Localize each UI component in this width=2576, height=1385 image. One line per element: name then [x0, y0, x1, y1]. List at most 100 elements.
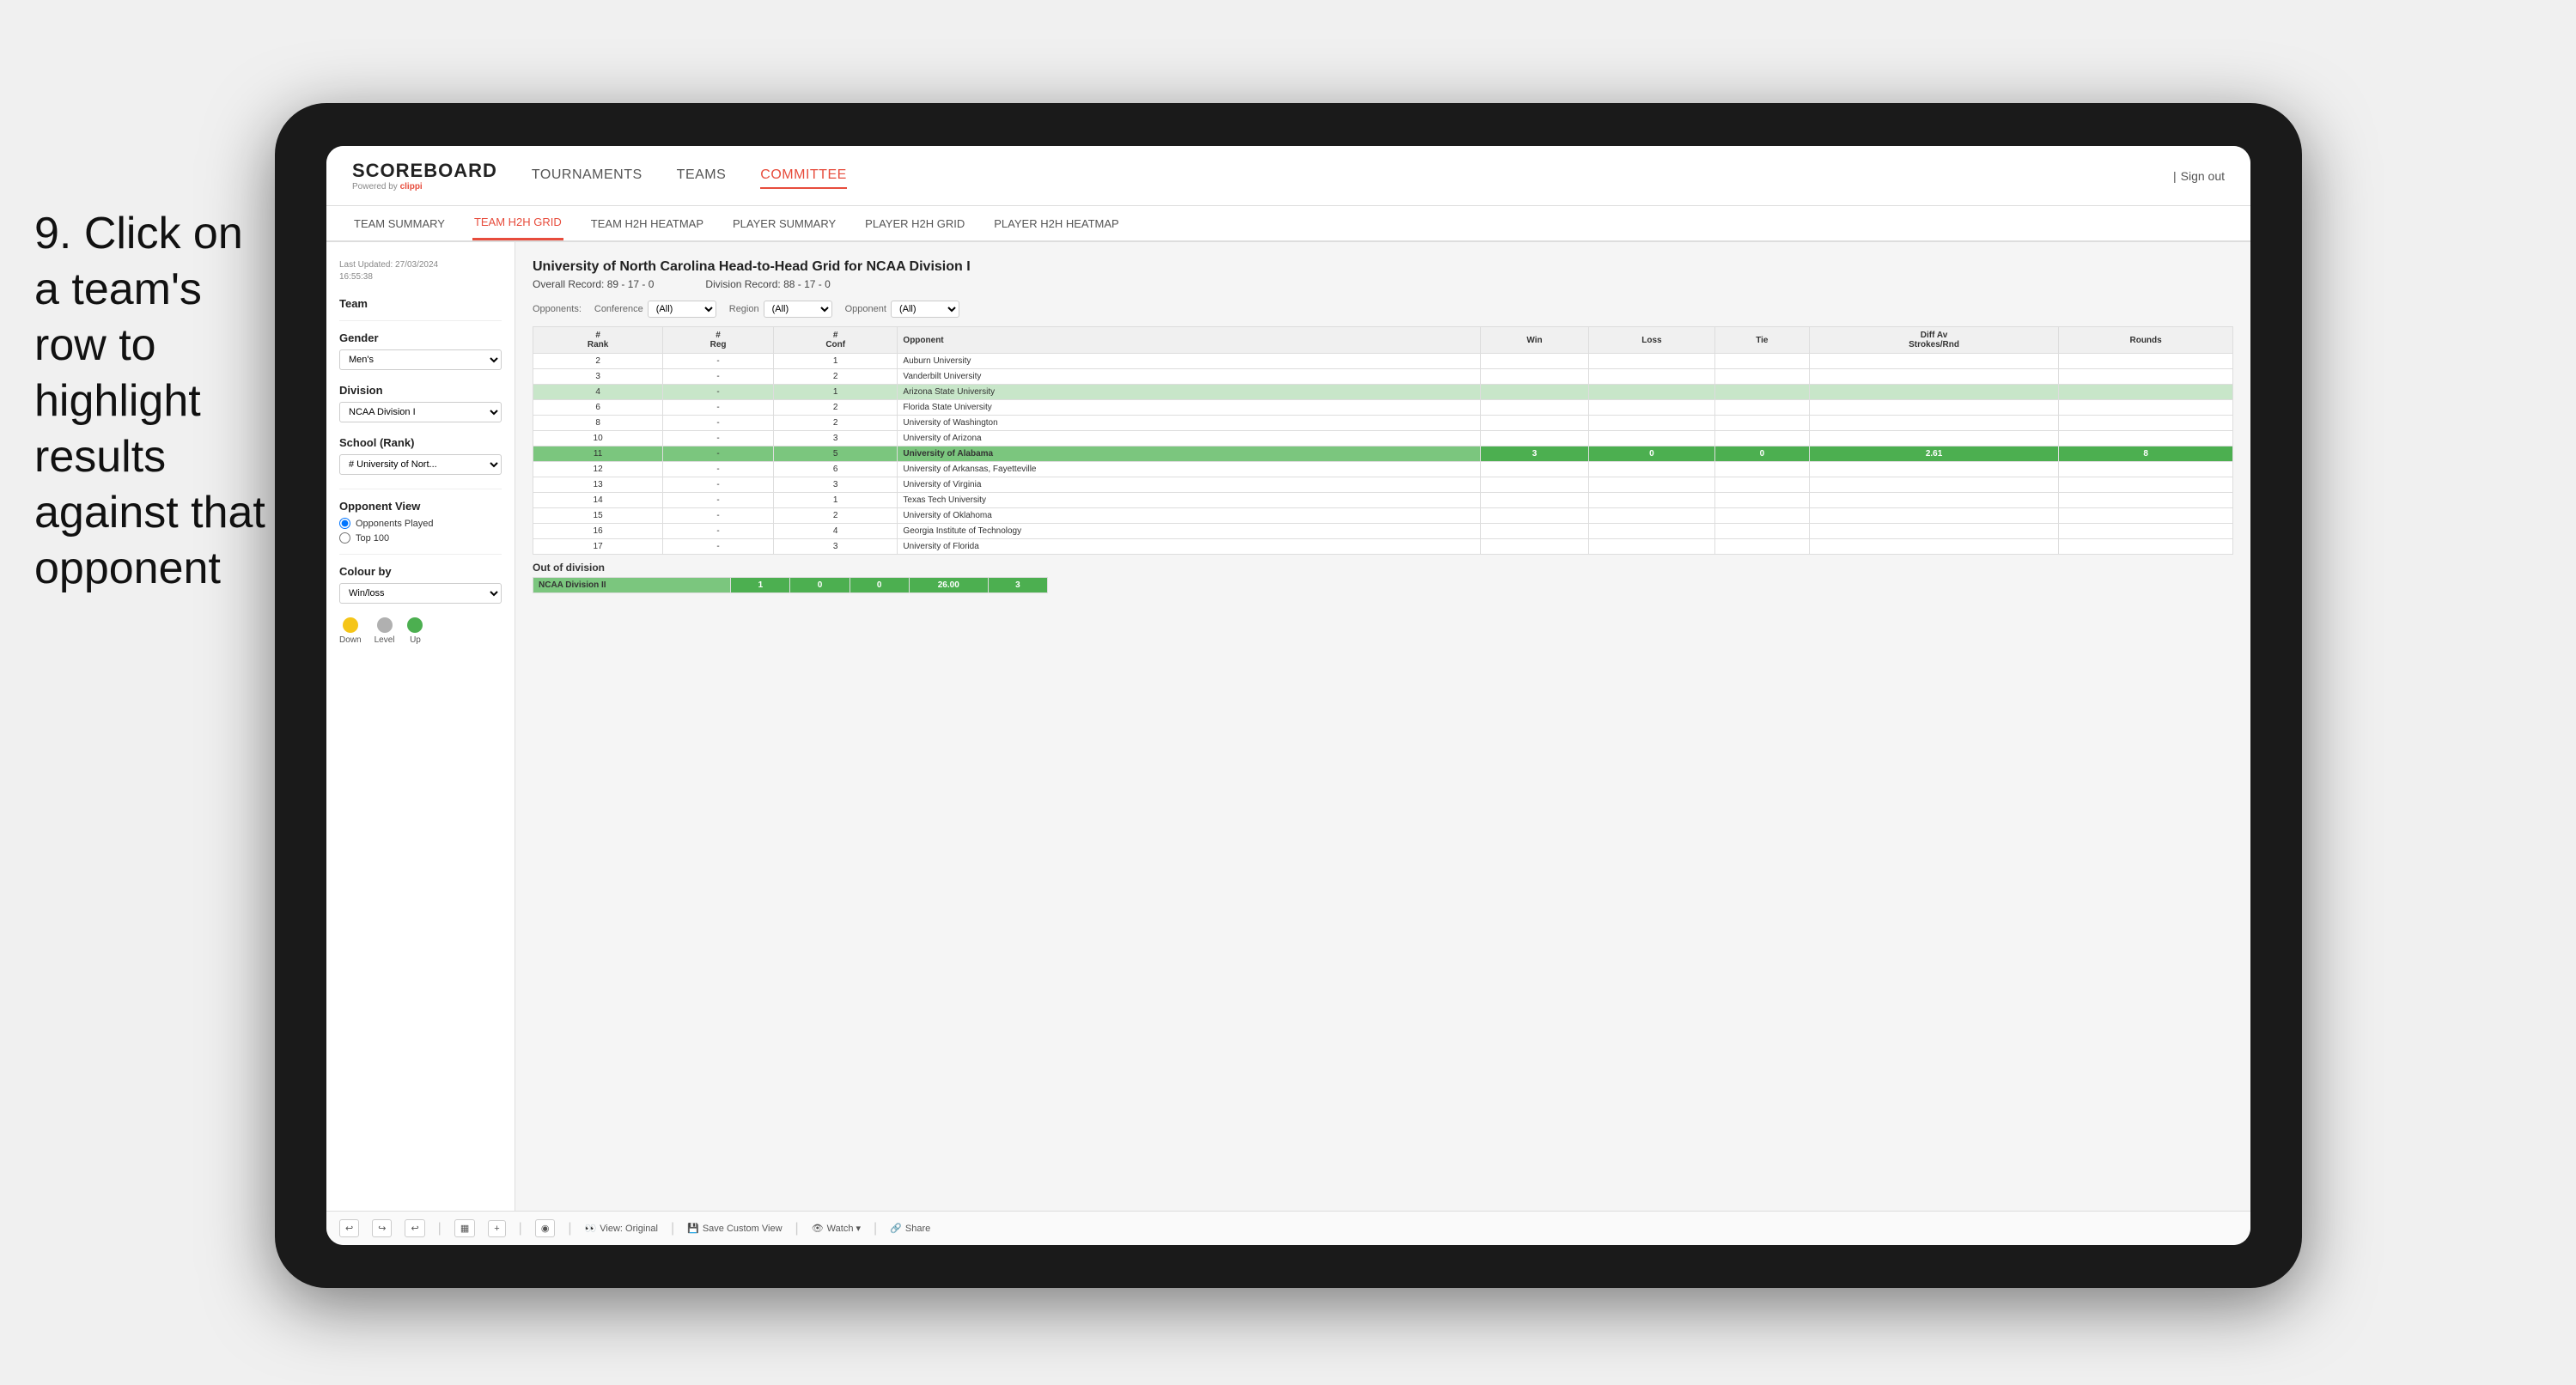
table-row[interactable]: 4 - 1 Arizona State University: [533, 385, 2233, 400]
tablet-device: SCOREBOARD Powered by clippi TOURNAMENTS…: [275, 103, 2302, 1288]
col-win: Win: [1480, 327, 1588, 354]
add-button[interactable]: +: [488, 1220, 505, 1237]
legend-up: Up: [407, 617, 423, 645]
up-dot: [407, 617, 423, 633]
tab-player-h2h-heatmap[interactable]: PLAYER H2H HEATMAP: [992, 206, 1120, 240]
grid-title: University of North Carolina Head-to-Hea…: [533, 259, 2233, 275]
watch-button[interactable]: 👁 Watch ▾: [812, 1223, 861, 1234]
gender-select[interactable]: Men's: [339, 349, 502, 370]
colour-by-label: Colour by: [339, 565, 502, 578]
tab-team-summary[interactable]: TEAM SUMMARY: [352, 206, 447, 240]
nav-teams[interactable]: TEAMS: [677, 163, 727, 189]
redo-button[interactable]: ↪: [372, 1219, 392, 1237]
col-loss: Loss: [1589, 327, 1715, 354]
grid-records: Overall Record: 89 - 17 - 0 Division Rec…: [533, 278, 2233, 290]
instruction-text: 9. Click on a team's row to highlight re…: [34, 206, 275, 597]
last-updated: Last Updated: 27/03/2024 16:55:38: [339, 259, 502, 283]
opponent-filter: Opponent (All): [845, 301, 959, 318]
team-label: Team: [339, 297, 502, 310]
col-rank: #Rank: [533, 327, 663, 354]
nav-items: TOURNAMENTS TEAMS COMMITTEE: [532, 163, 2173, 189]
selected-table-row[interactable]: 11 - 5 University of Alabama 3 0 0 2.61 …: [533, 446, 2233, 462]
instruction-body: Click on a team's row to highlight resul…: [34, 209, 265, 593]
tab-player-summary[interactable]: PLAYER SUMMARY: [731, 206, 837, 240]
sidebar: Last Updated: 27/03/2024 16:55:38 Team G…: [326, 242, 515, 1211]
col-conf: #Conf: [773, 327, 897, 354]
table-row[interactable]: 13 - 3 University of Virginia: [533, 477, 2233, 493]
out-of-division-table: NCAA Division II 1 0 0 26.00 3: [533, 577, 1048, 593]
save-custom-button[interactable]: 💾 Save Custom View: [687, 1223, 782, 1234]
logo-area: SCOREBOARD Powered by clippi: [352, 160, 497, 191]
down-dot: [343, 617, 358, 633]
share-button[interactable]: 🔗 Share: [890, 1223, 930, 1234]
tab-team-h2h-heatmap[interactable]: TEAM H2H HEATMAP: [589, 206, 705, 240]
division-label: Division: [339, 384, 502, 397]
toolbar-separator5: |: [795, 1221, 799, 1236]
col-tie: Tie: [1714, 327, 1809, 354]
crop-button[interactable]: ▦: [454, 1219, 475, 1237]
conference-filter: Conference (All): [594, 301, 716, 318]
h2h-table: #Rank #Reg #Conf Opponent Win Loss Tie D…: [533, 326, 2233, 555]
opponent-view-label: Opponent View: [339, 500, 502, 513]
col-diff: Diff AvStrokes/Rnd: [1809, 327, 2058, 354]
table-row[interactable]: 12 - 6 University of Arkansas, Fayettevi…: [533, 462, 2233, 477]
bottom-toolbar: ↩ ↪ ↩ | ▦ + | ◉ | 👀 View: Original | 💾 S…: [326, 1211, 2250, 1245]
tablet-screen: SCOREBOARD Powered by clippi TOURNAMENTS…: [326, 146, 2250, 1245]
toolbar-separator4: |: [671, 1221, 674, 1236]
back-button[interactable]: ↩: [405, 1219, 424, 1237]
clock-button[interactable]: ◉: [535, 1219, 556, 1237]
table-row[interactable]: 6 - 2 Florida State University: [533, 400, 2233, 416]
step-number: 9.: [34, 209, 71, 258]
col-reg: #Reg: [663, 327, 774, 354]
opponent-select[interactable]: (All): [891, 301, 959, 318]
table-row[interactable]: 15 - 2 University of Oklahoma: [533, 508, 2233, 524]
grid-header: University of North Carolina Head-to-Hea…: [533, 259, 2233, 318]
top-nav: SCOREBOARD Powered by clippi TOURNAMENTS…: [326, 146, 2250, 206]
school-label: School (Rank): [339, 436, 502, 449]
conference-select[interactable]: (All): [648, 301, 716, 318]
table-row[interactable]: 10 - 3 University of Arizona: [533, 431, 2233, 446]
undo-button[interactable]: ↩: [339, 1219, 359, 1237]
col-opponent: Opponent: [898, 327, 1480, 354]
division-record: Division Record: 88 - 17 - 0: [705, 278, 830, 290]
out-of-division-label: Out of division: [533, 555, 2233, 577]
col-rounds: Rounds: [2059, 327, 2233, 354]
school-select[interactable]: # University of Nort...: [339, 454, 502, 475]
radio-opponents-played[interactable]: Opponents Played: [339, 518, 502, 529]
powered-by-text: Powered by clippi: [352, 182, 497, 191]
sign-out-button[interactable]: | Sign out: [2173, 169, 2225, 183]
sub-nav: TEAM SUMMARY TEAM H2H GRID TEAM H2H HEAT…: [326, 206, 2250, 242]
table-row[interactable]: 8 - 2 University of Washington: [533, 416, 2233, 431]
tab-player-h2h-grid[interactable]: PLAYER H2H GRID: [863, 206, 966, 240]
filters-row: Opponents: Conference (All) Region (All): [533, 301, 2233, 318]
table-row[interactable]: 17 - 3 University of Florida: [533, 539, 2233, 555]
table-row[interactable]: 2 - 1 Auburn University: [533, 354, 2233, 369]
table-row[interactable]: 3 - 2 Vanderbilt University: [533, 369, 2233, 385]
region-filter: Region (All): [729, 301, 832, 318]
overall-record: Overall Record: 89 - 17 - 0: [533, 278, 654, 290]
opponent-view-group: Opponents Played Top 100: [339, 518, 502, 544]
legend-level: Level: [375, 617, 395, 645]
nav-tournaments[interactable]: TOURNAMENTS: [532, 163, 642, 189]
division-select[interactable]: NCAA Division I: [339, 402, 502, 422]
toolbar-separator6: |: [874, 1221, 877, 1236]
toolbar-separator: |: [438, 1221, 442, 1236]
table-row[interactable]: 16 - 4 Georgia Institute of Technology: [533, 524, 2233, 539]
table-body: 2 - 1 Auburn University 3 - 2 Vanderbilt…: [533, 354, 2233, 555]
table-row[interactable]: 14 - 1 Texas Tech University: [533, 493, 2233, 508]
grid-area: University of North Carolina Head-to-Hea…: [515, 242, 2250, 1211]
toolbar-separator3: |: [568, 1221, 571, 1236]
main-content: Last Updated: 27/03/2024 16:55:38 Team G…: [326, 242, 2250, 1211]
toolbar-separator2: |: [519, 1221, 522, 1236]
tab-team-h2h-grid[interactable]: TEAM H2H GRID: [472, 206, 563, 240]
out-of-division-row[interactable]: NCAA Division II 1 0 0 26.00 3: [533, 578, 1048, 593]
gender-label: Gender: [339, 331, 502, 344]
table-header: #Rank #Reg #Conf Opponent Win Loss Tie D…: [533, 327, 2233, 354]
nav-committee[interactable]: COMMITTEE: [760, 163, 847, 189]
view-original-button[interactable]: 👀 View: Original: [585, 1223, 658, 1234]
region-select[interactable]: (All): [764, 301, 832, 318]
legend: Down Level Up: [339, 617, 502, 645]
colour-by-select[interactable]: Win/loss: [339, 583, 502, 604]
level-dot: [377, 617, 393, 633]
radio-top100[interactable]: Top 100: [339, 532, 502, 544]
